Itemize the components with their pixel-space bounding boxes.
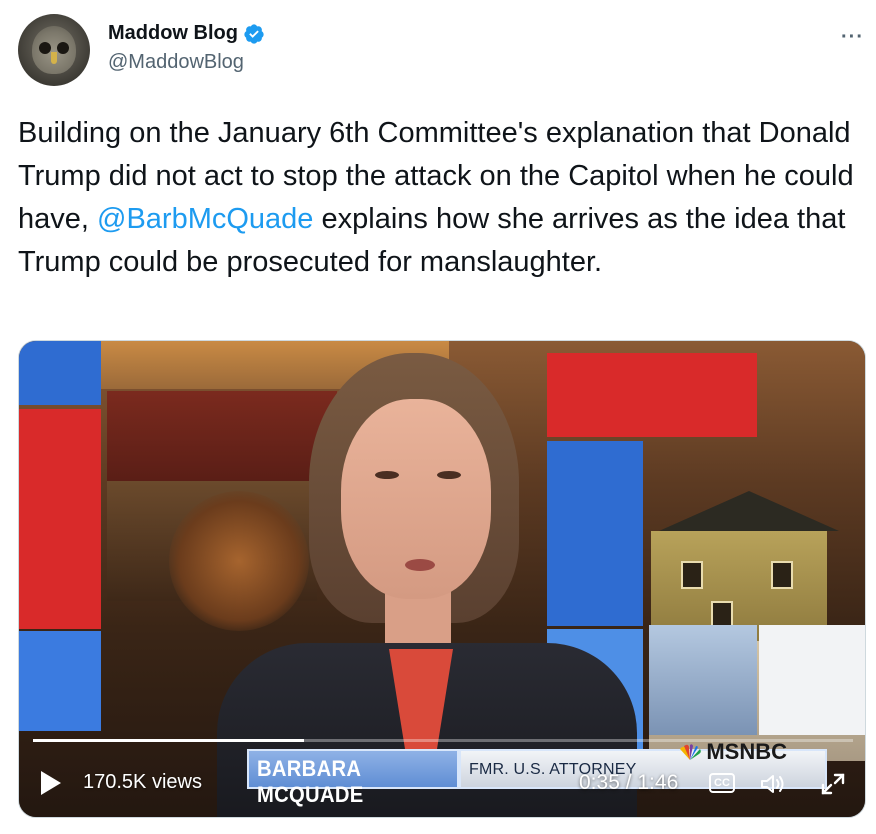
bg-panel-blue — [19, 631, 101, 731]
owl-image — [32, 26, 76, 74]
author-handle[interactable]: @MaddowBlog — [108, 51, 265, 74]
speaker-eye — [375, 471, 399, 479]
video-time: 0:35 / 1:46 — [579, 771, 679, 794]
bg-panel-red — [547, 353, 757, 437]
more-horizontal-icon[interactable]: ··· — [841, 26, 864, 49]
bg-house-right-roof — [659, 491, 839, 531]
mention-link[interactable]: @BarbMcQuade — [97, 203, 313, 235]
house-window — [771, 561, 793, 589]
bg-panel-white — [759, 625, 865, 735]
news-lower-third: BARBARA MCQUADE FMR. U.S. ATTORNEY MSNBC — [247, 739, 827, 807]
author-display-name[interactable]: Maddow Blog — [108, 22, 238, 45]
volume-icon[interactable] — [759, 773, 787, 795]
network-name: MSNBC — [706, 739, 787, 764]
verified-badge-icon — [244, 23, 264, 44]
owl-eye-left — [39, 42, 51, 54]
author-display-name-row[interactable]: Maddow Blog — [108, 22, 265, 45]
owl-eye-right — [57, 42, 69, 54]
expand-icon[interactable] — [819, 771, 847, 797]
closed-captions-icon[interactable]: CC — [709, 773, 735, 793]
bg-panel-red — [19, 409, 101, 629]
peacock-icon — [680, 744, 702, 760]
video-player[interactable]: BARBARA MCQUADE FMR. U.S. ATTORNEY MSNBC… — [18, 340, 866, 818]
network-logo: MSNBC — [677, 739, 787, 765]
house-window — [681, 561, 703, 589]
author-avatar[interactable] — [18, 14, 90, 86]
tweet-header: Maddow Blog @MaddowBlog ··· — [18, 14, 868, 90]
play-icon[interactable] — [41, 771, 61, 795]
lower-third-name-box: BARBARA MCQUADE — [247, 749, 459, 807]
view-count: 170.5K views — [83, 771, 202, 793]
speaker-mouth — [405, 559, 435, 571]
tweet-text: Building on the January 6th Committee's … — [18, 112, 858, 284]
author-names: Maddow Blog @MaddowBlog — [108, 22, 265, 74]
bg-panel-lightblue — [649, 625, 757, 735]
bg-panel-blue — [19, 341, 101, 405]
owl-beak — [51, 52, 57, 64]
lower-third-name: BARBARA MCQUADE — [257, 756, 364, 807]
speaker-eye — [437, 471, 461, 479]
